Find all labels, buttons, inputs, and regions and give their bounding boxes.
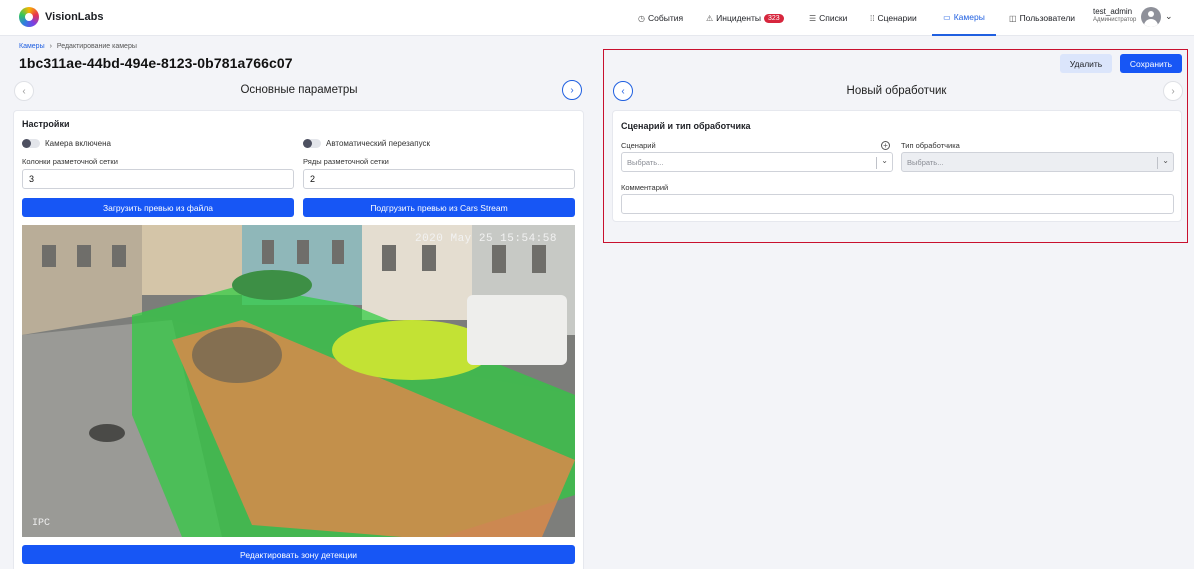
nav-item-scenarios[interactable]: ⁞⁞ Сценарии bbox=[870, 0, 917, 36]
camera-enabled-label: Камера включена bbox=[45, 139, 111, 148]
chevron-down-icon: ⌄ bbox=[1162, 156, 1169, 165]
handler-type-label: Тип обработчика bbox=[901, 141, 960, 150]
nav-item-cameras[interactable]: ▭ Камеры bbox=[932, 0, 996, 36]
handler-title: Новый обработчик bbox=[846, 85, 947, 97]
nav-item-label: Списки bbox=[819, 13, 848, 23]
scenario-label: Сценарий bbox=[621, 141, 656, 150]
nav-item-incidents[interactable]: ⚠ Инциденты 323 bbox=[706, 0, 784, 36]
upload-preview-file-button[interactable]: Загрузить превью из файла bbox=[22, 198, 294, 217]
warning-icon: ⚠ bbox=[706, 13, 714, 23]
save-button[interactable]: Сохранить bbox=[1120, 54, 1182, 73]
comment-label: Комментарий bbox=[621, 183, 669, 192]
nav-item-label: Пользователи bbox=[1019, 13, 1076, 23]
camera-enabled-toggle[interactable] bbox=[22, 139, 40, 148]
breadcrumb: Камеры › Редактирование камеры bbox=[19, 43, 137, 50]
auto-restart-toggle[interactable] bbox=[303, 139, 321, 148]
preview-camera-tag: IPC bbox=[32, 518, 51, 529]
select-separator bbox=[876, 157, 877, 169]
scenario-select-value: Выбрать... bbox=[627, 158, 664, 167]
comment-input[interactable] bbox=[621, 194, 1174, 214]
breadcrumb-separator: › bbox=[49, 43, 52, 50]
chevron-right-icon: › bbox=[570, 84, 574, 96]
chevron-right-icon: › bbox=[1171, 85, 1175, 97]
new-handler-panel: Удалить Сохранить ‹ Новый обработчик › С… bbox=[603, 49, 1188, 243]
list-icon: ☰ bbox=[809, 13, 817, 23]
nav-item-label: События bbox=[647, 13, 684, 23]
chevron-down-icon[interactable]: ⌄ bbox=[1165, 11, 1173, 22]
avatar[interactable] bbox=[1141, 7, 1161, 27]
chevron-down-icon: ⌄ bbox=[881, 156, 888, 165]
breadcrumb-current: Редактирование камеры bbox=[56, 43, 137, 50]
camera-preview[interactable]: 2020 May 25 15:54:58 IPC bbox=[22, 225, 575, 537]
grid-icon: ⁞⁞ bbox=[870, 13, 875, 23]
settings-heading: Настройки bbox=[22, 119, 70, 129]
breadcrumb-cameras-link[interactable]: Камеры bbox=[19, 43, 45, 50]
logo-text: VisionLabs bbox=[45, 11, 104, 23]
select-separator bbox=[1157, 157, 1158, 169]
grid-cols-input[interactable] bbox=[22, 169, 294, 189]
cars-stream-preview-button[interactable]: Подгрузить превью из Cars Stream bbox=[303, 198, 575, 217]
nav-item-label: Камеры bbox=[953, 12, 985, 22]
nav-item-label: Сценарии bbox=[877, 13, 917, 23]
camera-enabled-toggle-row[interactable]: Камера включена bbox=[22, 139, 111, 148]
grid-rows-input[interactable] bbox=[303, 169, 575, 189]
auto-restart-label: Автоматический перезапуск bbox=[326, 139, 430, 148]
user-info[interactable]: test_admin Администратор bbox=[1093, 7, 1136, 23]
section-title: Основные параметры bbox=[240, 84, 358, 96]
clock-icon: ◷ bbox=[638, 13, 645, 23]
nav-item-lists[interactable]: ☰ Списки bbox=[809, 0, 847, 36]
edit-detection-zone-button[interactable]: Редактировать зону детекции bbox=[22, 545, 575, 564]
grid-cols-label: Колонки разметочной сетки bbox=[22, 157, 118, 166]
incidents-count-badge: 323 bbox=[763, 13, 784, 23]
camera-icon: ▭ bbox=[943, 12, 951, 22]
delete-button[interactable]: Удалить bbox=[1060, 54, 1112, 73]
user-role: Администратор bbox=[1093, 17, 1137, 23]
scenario-select[interactable]: Выбрать... ⌄ bbox=[621, 152, 893, 172]
next-section-button[interactable]: › bbox=[562, 80, 582, 100]
next-handler-button[interactable]: › bbox=[1163, 81, 1183, 101]
auto-restart-toggle-row[interactable]: Автоматический перезапуск bbox=[303, 139, 430, 148]
section-nav: ‹ Основные параметры › bbox=[14, 80, 584, 102]
logo[interactable]: VisionLabs bbox=[19, 7, 103, 27]
handler-type-select[interactable]: Выбрать... ⌄ bbox=[901, 152, 1174, 172]
users-icon: ◫ bbox=[1009, 13, 1017, 23]
grid-rows-label: Ряды разметочной сетки bbox=[303, 157, 389, 166]
nav-item-events[interactable]: ◷ События bbox=[638, 0, 683, 36]
add-scenario-icon[interactable]: + bbox=[881, 141, 890, 150]
page-title: 1bc311ae-44bd-494e-8123-0b781a766c07 bbox=[19, 55, 293, 71]
top-bar: VisionLabs ◷ События ⚠ Инциденты 323 ☰ С… bbox=[0, 0, 1194, 36]
camera-preview-image bbox=[22, 225, 575, 537]
preview-timestamp: 2020 May 25 15:54:58 bbox=[414, 233, 557, 245]
nav-item-users[interactable]: ◫ Пользователи bbox=[1009, 0, 1075, 36]
nav-item-label: Инциденты bbox=[716, 13, 761, 23]
handler-card-heading: Сценарий и тип обработчика bbox=[621, 121, 751, 131]
user-name: test_admin bbox=[1093, 7, 1133, 16]
handler-type-select-value: Выбрать... bbox=[907, 158, 944, 167]
visionlabs-logo-icon bbox=[19, 7, 39, 27]
handler-card: Сценарий и тип обработчика Сценарий + Вы… bbox=[612, 110, 1182, 222]
